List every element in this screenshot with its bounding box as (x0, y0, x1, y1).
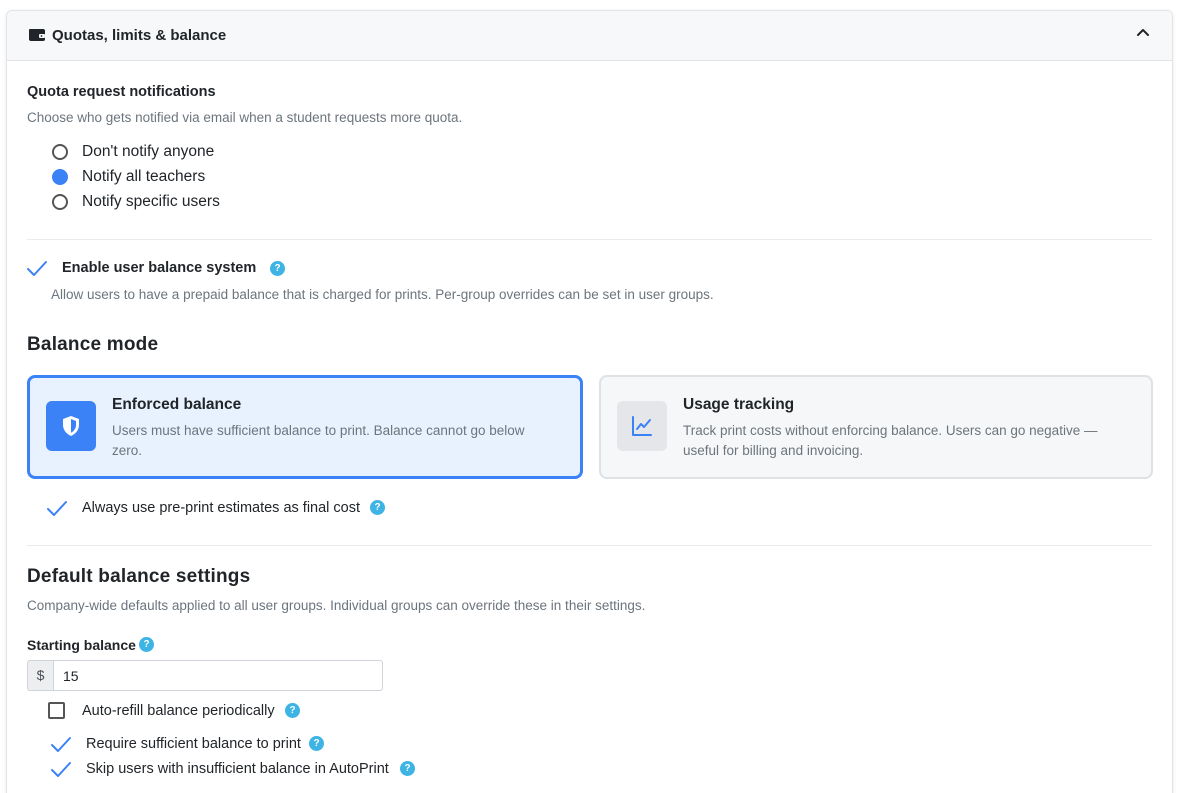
quotas-panel: Quotas, limits & balance Quota request n… (6, 10, 1173, 793)
chevron-up-icon[interactable] (1136, 27, 1150, 37)
starting-balance-group: $ (27, 660, 383, 691)
usage-tracking-card[interactable]: Usage tracking Track print costs without… (599, 375, 1153, 479)
starting-balance-label: Starting balance (27, 637, 136, 653)
radio-notify-teachers[interactable] (52, 169, 68, 185)
default-balance-description: Company-wide defaults applied to all use… (27, 598, 646, 613)
default-balance-title: Default balance settings (27, 566, 251, 587)
help-icon[interactable]: ? (400, 761, 415, 776)
card-description-line: Users must have sufficient balance to pr… (112, 423, 525, 438)
radio-notify-specific[interactable] (52, 194, 68, 210)
estimates-option-label[interactable]: Always use pre-print estimates as final … (82, 500, 360, 516)
checkmark-icon[interactable] (26, 259, 48, 279)
card-description-line: zero. (112, 443, 143, 458)
checkmark-icon[interactable] (50, 735, 72, 755)
divider (27, 239, 1152, 240)
skip-autoprint-label[interactable]: Skip users with insufficient balance in … (86, 761, 389, 777)
require-balance-label[interactable]: Require sufficient balance to print (86, 736, 301, 752)
wallet-icon (29, 29, 45, 41)
divider (27, 545, 1152, 546)
card-description: Track print costs without enforcing bala… (683, 421, 1097, 461)
quota-notifications-title: Quota request notifications (27, 84, 216, 100)
enforced-balance-card[interactable]: Enforced balance Users must have suffici… (27, 375, 583, 479)
checkmark-icon[interactable] (46, 499, 68, 519)
help-icon[interactable]: ? (370, 500, 385, 515)
radio-label-notify-specific[interactable]: Notify specific users (82, 193, 220, 211)
help-icon[interactable]: ? (309, 736, 324, 751)
radio-dont-notify[interactable] (52, 144, 68, 160)
balance-mode-title: Balance mode (27, 334, 159, 355)
card-description-line: Track print costs without enforcing bala… (683, 423, 1098, 438)
shield-icon (63, 416, 79, 436)
panel-header[interactable]: Quotas, limits & balance (7, 11, 1172, 61)
enable-balance-label[interactable]: Enable user balance system (62, 260, 256, 276)
currency-addon: $ (27, 660, 53, 691)
help-icon[interactable]: ? (139, 637, 154, 652)
line-chart-icon (632, 416, 652, 436)
panel-title: Quotas, limits & balance (52, 27, 227, 44)
card-description: Users must have sufficient balance to pr… (112, 421, 525, 461)
help-icon[interactable]: ? (285, 703, 300, 718)
quota-notifications-description: Choose who gets notified via email when … (27, 110, 463, 125)
starting-balance-input[interactable] (53, 660, 383, 691)
help-icon[interactable]: ? (270, 261, 285, 276)
radio-label-dont-notify[interactable]: Don't notify anyone (82, 143, 214, 161)
card-title: Usage tracking (683, 396, 795, 413)
card-description-line: useful for billing and invoicing. (683, 443, 864, 458)
card-icon-wrap (46, 401, 96, 451)
card-title: Enforced balance (112, 396, 242, 413)
radio-label-notify-teachers[interactable]: Notify all teachers (82, 168, 205, 186)
enable-balance-description: Allow users to have a prepaid balance th… (51, 287, 714, 302)
auto-refill-checkbox[interactable] (48, 702, 65, 719)
card-icon-wrap (617, 401, 667, 451)
checkmark-icon[interactable] (50, 760, 72, 780)
auto-refill-label[interactable]: Auto-refill balance periodically (82, 703, 275, 719)
